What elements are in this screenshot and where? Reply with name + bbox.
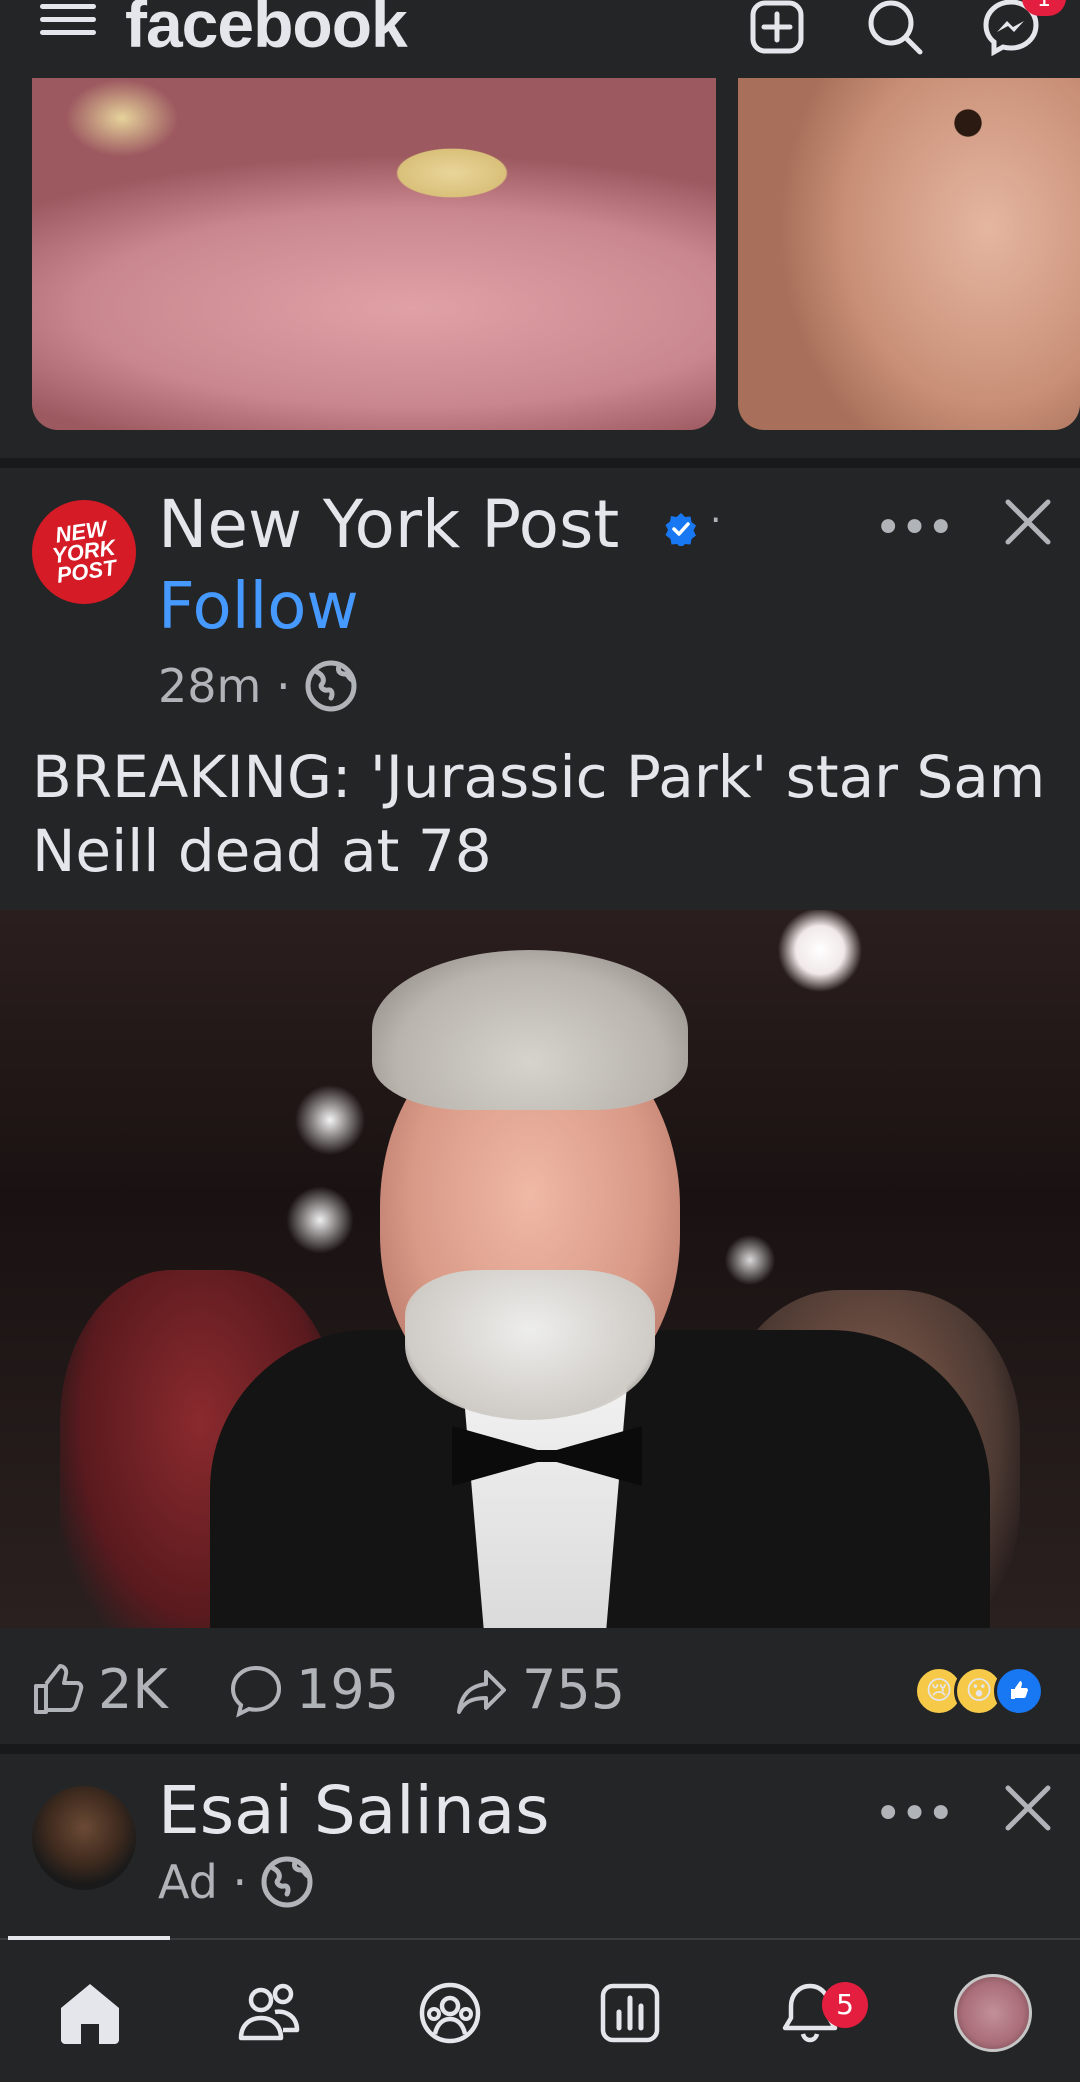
globe-icon	[305, 660, 357, 712]
divider	[0, 1744, 1080, 1754]
bottom-nav: 5	[0, 1936, 1080, 2082]
hair	[372, 950, 688, 1110]
like-reaction-icon	[994, 1666, 1044, 1716]
post-photo[interactable]	[0, 910, 1080, 1628]
comment-button[interactable]: 195	[228, 1658, 399, 1721]
reactions-bar: 2K 195 755 😢 😮	[0, 1628, 1080, 1744]
more-options-button[interactable]: •••	[874, 1786, 955, 1842]
reels-strip	[0, 78, 1080, 430]
friends-icon	[238, 1983, 300, 2041]
separator-dot: ·	[710, 500, 722, 541]
nav-home[interactable]	[55, 1978, 125, 2048]
share-icon	[457, 1669, 506, 1714]
home-icon	[61, 1984, 119, 2044]
post-headline[interactable]: BREAKING: 'Jurassic Park' star Sam Neill…	[32, 740, 1052, 888]
facebook-logo[interactable]: facebook	[125, 0, 408, 62]
reaction-emojis[interactable]: 😢 😮	[914, 1666, 1044, 1716]
post-meta: Ad ·	[158, 1854, 315, 1910]
groups-icon	[419, 1982, 481, 2044]
notifications-badge: 5	[822, 1982, 868, 2028]
nav-friends[interactable]	[235, 1978, 305, 2048]
post-author-name[interactable]: New York Post	[158, 486, 619, 563]
sponsored-label: Ad ·	[158, 1855, 248, 1909]
like-button[interactable]: 2K	[30, 1658, 168, 1721]
reel-thumbnail[interactable]	[32, 78, 716, 430]
top-bar: facebook 1	[0, 0, 1080, 78]
share-count: 755	[522, 1658, 626, 1721]
dashboard-icon	[600, 1983, 660, 2043]
create-post-icon[interactable]	[746, 0, 808, 58]
beard	[405, 1270, 655, 1420]
globe-icon	[261, 1856, 313, 1908]
search-icon[interactable]	[864, 0, 926, 58]
author-avatar[interactable]: NEW YORK POST	[32, 500, 136, 604]
like-count: 2K	[98, 1658, 168, 1721]
nav-dashboard[interactable]	[595, 1978, 665, 2048]
post-time: 28m ·	[158, 659, 291, 713]
verified-badge-icon	[665, 513, 696, 546]
more-options-button[interactable]: •••	[874, 500, 955, 556]
avatar-logo-text: NEW YORK POST	[50, 515, 119, 588]
divider	[0, 458, 1080, 468]
post-author-name[interactable]: Esai Salinas	[158, 1772, 550, 1849]
nav-groups[interactable]	[415, 1978, 485, 2048]
follow-button[interactable]: Follow	[158, 570, 359, 644]
close-icon[interactable]	[1000, 1780, 1056, 1836]
comment-count: 195	[296, 1658, 400, 1721]
nav-profile-avatar[interactable]	[954, 1974, 1032, 2052]
reel-thumbnail[interactable]	[738, 78, 1080, 430]
thumbs-up-icon	[34, 1663, 84, 1714]
author-avatar[interactable]	[32, 1786, 136, 1890]
active-tab-indicator	[8, 1936, 170, 1940]
share-button[interactable]: 755	[454, 1658, 625, 1721]
close-icon[interactable]	[1000, 494, 1056, 550]
comment-icon	[230, 1665, 282, 1718]
menu-icon[interactable]	[40, 2, 96, 50]
post-meta: 28m ·	[158, 658, 359, 714]
